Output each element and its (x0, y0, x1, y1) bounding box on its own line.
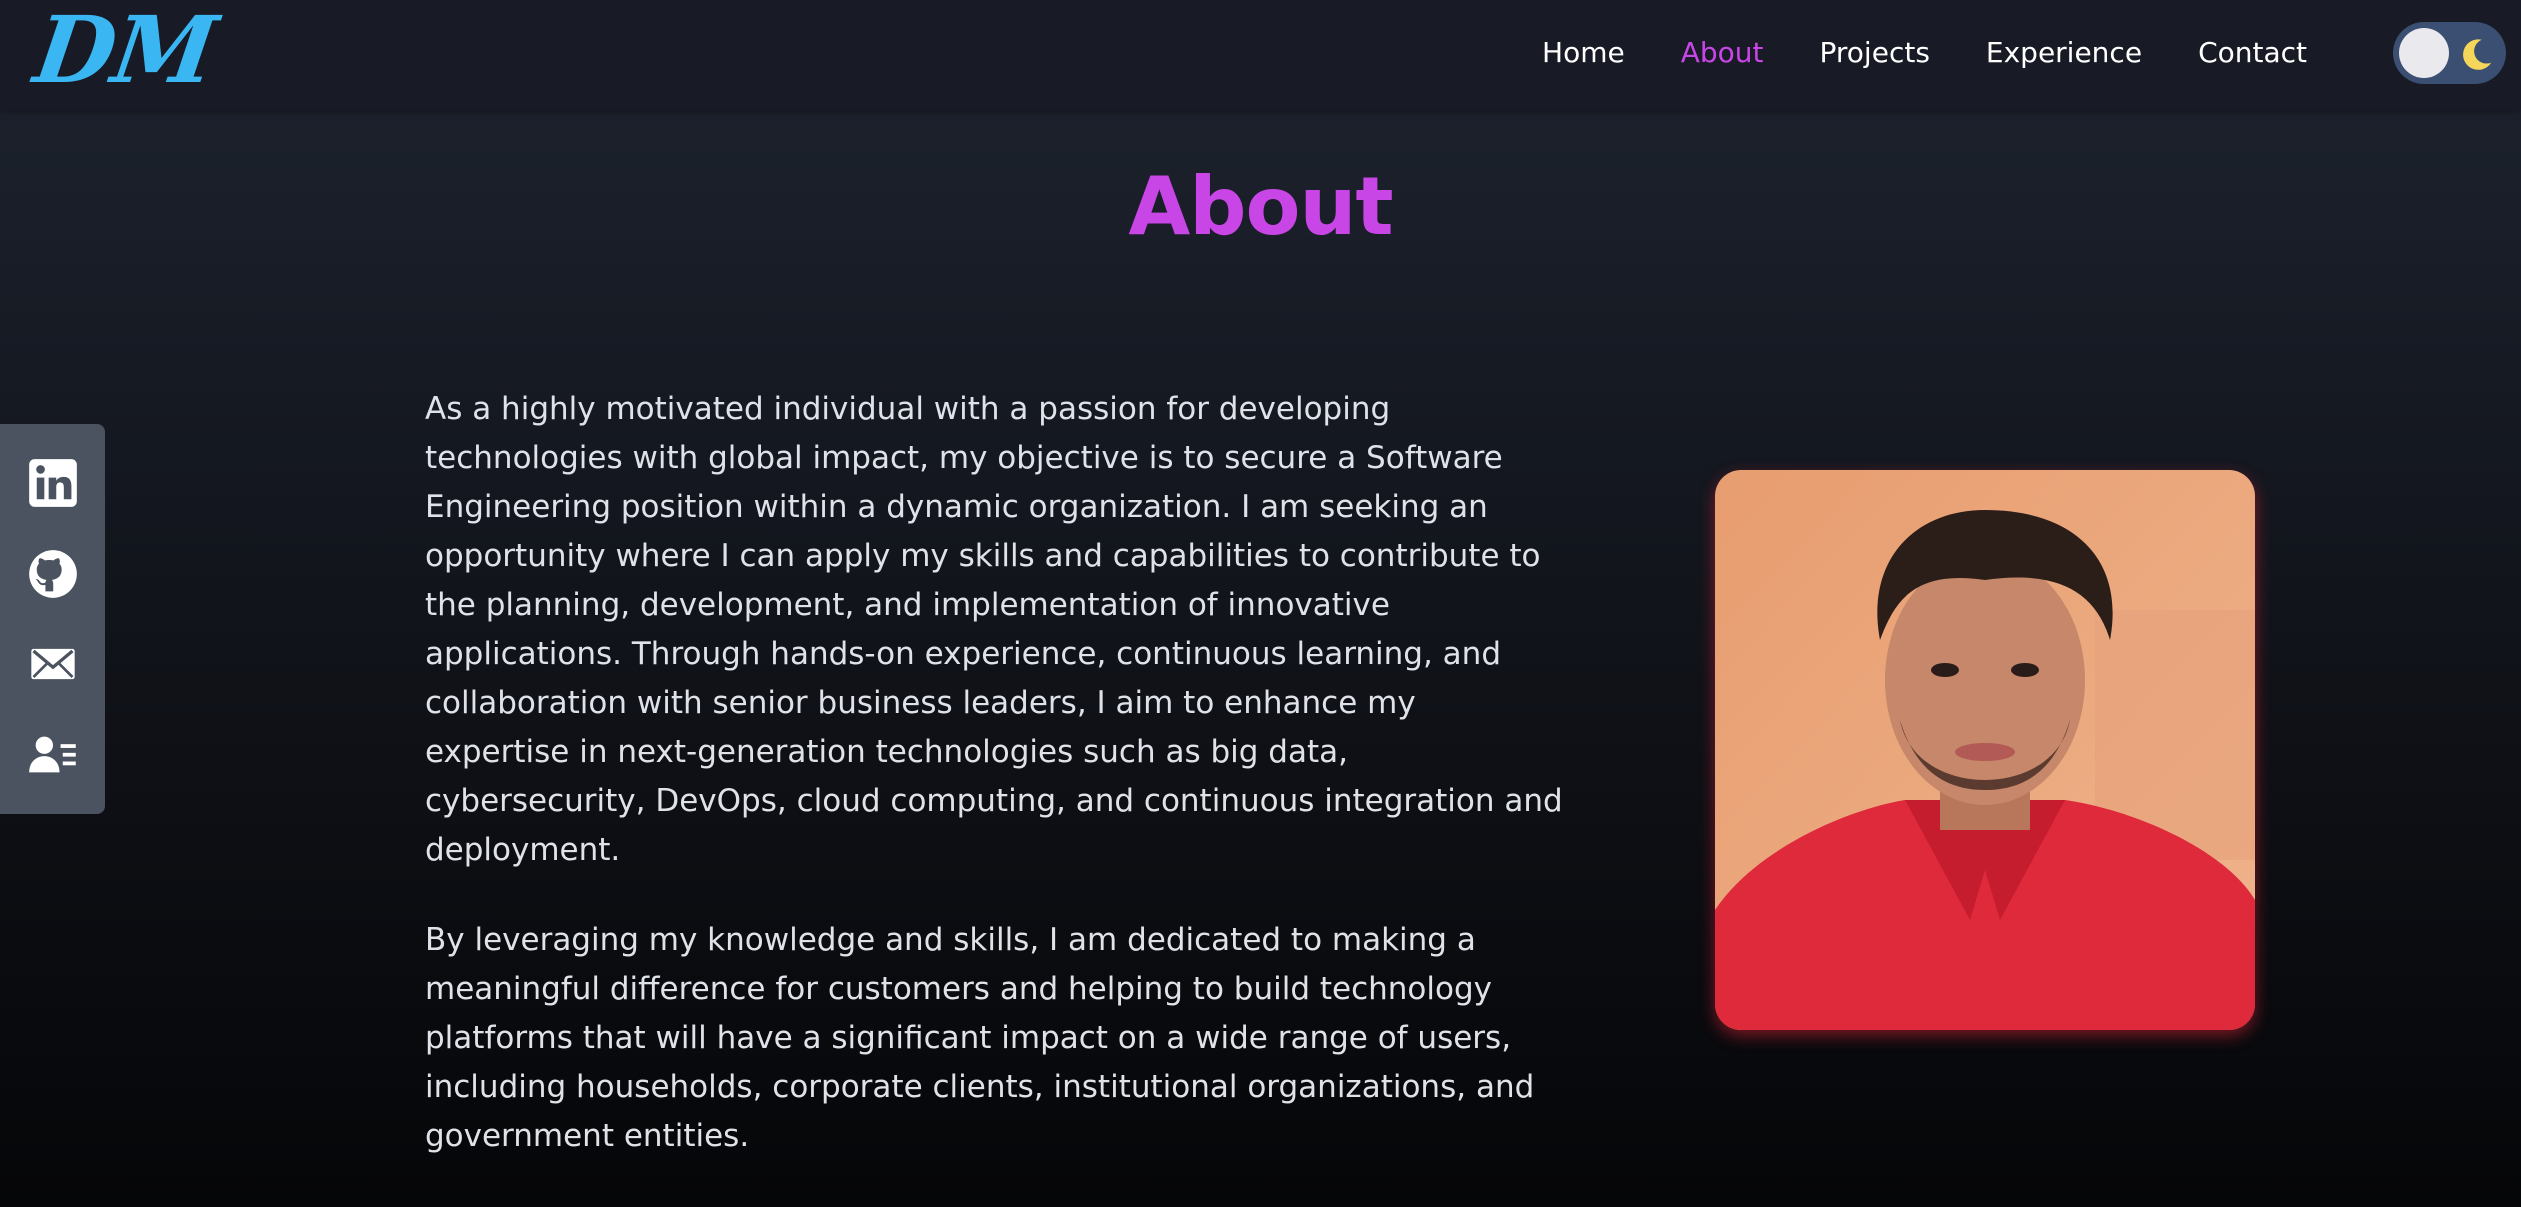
email-link[interactable] (26, 637, 80, 691)
about-paragraph-2: By leveraging my knowledge and skills, I… (425, 922, 1535, 1154)
nav-contact[interactable]: Contact (2198, 36, 2307, 69)
github-link[interactable] (26, 547, 80, 601)
page-title: About (1128, 160, 1393, 253)
github-icon (28, 549, 77, 598)
nav-home[interactable]: Home (1542, 36, 1625, 69)
nav-about[interactable]: About (1681, 36, 1764, 69)
moon-icon (2463, 39, 2492, 70)
about-paragraph-1: As a highly motivated individual with a … (425, 391, 1563, 868)
nav-projects[interactable]: Projects (1820, 36, 1930, 69)
main-nav: Home About Projects Experience Contact (1542, 0, 2307, 104)
logo[interactable]: DM (28, 0, 221, 104)
social-sidebar (0, 424, 105, 814)
linkedin-link[interactable] (26, 456, 80, 510)
top-navigation-bar: DM Home About Projects Experience Contac… (0, 0, 2521, 110)
resume-link[interactable] (26, 728, 80, 782)
about-text: As a highly motivated individual with a … (425, 385, 1565, 1202)
profile-photo (1715, 470, 2255, 1030)
linkedin-icon (28, 459, 77, 508)
contact-card-icon (28, 736, 76, 773)
mail-icon (30, 649, 75, 680)
theme-toggle[interactable] (2393, 22, 2506, 84)
toggle-knob (2399, 28, 2449, 78)
profile-photo-image (1715, 470, 2255, 1030)
nav-experience[interactable]: Experience (1986, 36, 2142, 69)
